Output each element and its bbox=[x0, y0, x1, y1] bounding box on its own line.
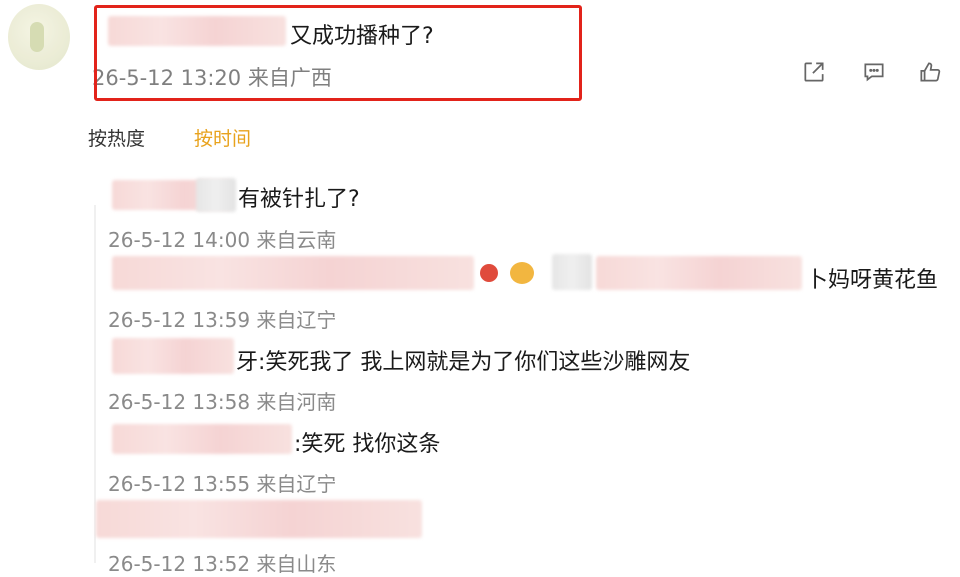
avatar[interactable] bbox=[8, 4, 70, 70]
commenter-name-redacted bbox=[112, 424, 292, 454]
comment-text: 有被针扎了? bbox=[238, 187, 360, 212]
comment-meta: 26-5-12 13:58 来自河南 bbox=[108, 390, 337, 414]
crown-emoji-icon bbox=[510, 262, 534, 284]
comment-meta: 26-5-12 13:59 来自辽宁 bbox=[108, 308, 337, 332]
badge-icon bbox=[480, 264, 498, 282]
redacted-fragment bbox=[196, 178, 236, 212]
redacted-fragment bbox=[552, 254, 592, 290]
comment-icon[interactable] bbox=[860, 58, 888, 86]
share-icon[interactable] bbox=[800, 58, 828, 86]
comment-text: :笑死 找你这条 bbox=[294, 432, 441, 457]
comment-text: 卜妈呀黄花鱼 bbox=[806, 268, 939, 293]
comment-meta: 26-5-12 14:00 来自云南 bbox=[108, 228, 337, 252]
thumbs-up-icon[interactable] bbox=[916, 58, 944, 86]
commenter-name-redacted bbox=[112, 256, 474, 290]
comment-meta: 26-5-12 13:55 来自辽宁 bbox=[108, 472, 337, 496]
sort-by-time-tab[interactable]: 按时间 bbox=[194, 124, 251, 151]
redacted-fragment bbox=[596, 256, 802, 290]
sort-by-hot-tab[interactable]: 按热度 bbox=[88, 124, 145, 151]
commenter-name-redacted bbox=[96, 500, 422, 538]
avatar-figure bbox=[30, 22, 44, 52]
comment-text: 牙:笑死我了 我上网就是为了你们这些沙雕网友 bbox=[236, 350, 691, 375]
commenter-name-redacted bbox=[112, 338, 234, 374]
highlight-box bbox=[94, 5, 582, 101]
